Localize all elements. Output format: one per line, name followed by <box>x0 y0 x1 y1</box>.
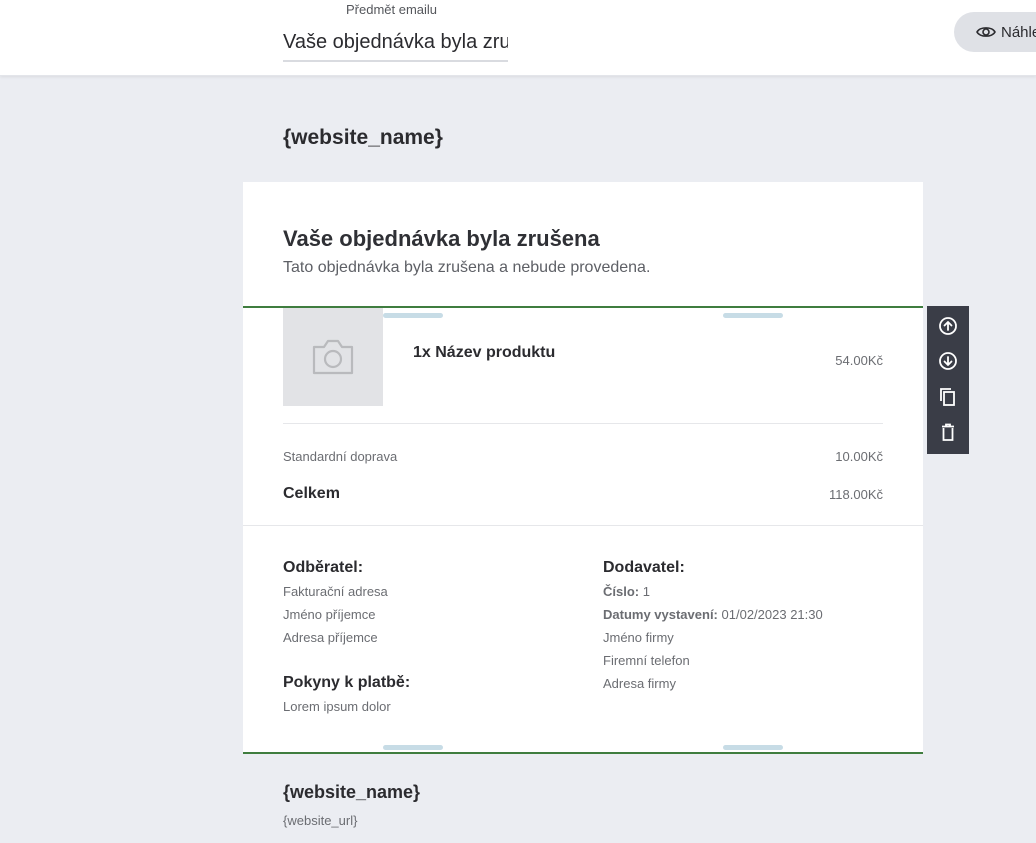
supplier-heading: Dodavatel: <box>603 559 685 576</box>
customer-heading: Odběratel: <box>283 559 364 576</box>
move-up-icon <box>939 317 957 336</box>
eye-icon <box>976 27 996 37</box>
product-image-placeholder <box>283 308 383 406</box>
footer-site-name: {website_name} <box>283 782 421 802</box>
block-tools-panel <box>927 306 969 454</box>
preview-button[interactable]: Náhled <box>954 12 1036 52</box>
product-name: 1x Název produktu <box>413 344 556 361</box>
total-price: 118.00Kč <box>829 487 883 502</box>
divider <box>243 525 923 526</box>
supplier-number: Číslo: 1 <box>603 584 650 599</box>
order-summary-block[interactable]: 1x Název produktu 54.00Kč Standardní dop… <box>243 306 923 754</box>
resize-handle[interactable] <box>383 745 443 750</box>
shipping-label: Standardní doprava <box>283 449 398 464</box>
move-up-button[interactable] <box>934 313 962 339</box>
shipping-price: 10.00Kč <box>835 449 883 464</box>
payment-heading: Pokyny k platbě: <box>283 674 411 691</box>
footer-site-url: {website_url} <box>283 813 358 828</box>
payment-text: Lorem ipsum dolor <box>283 699 391 714</box>
total-label: Celkem <box>283 485 340 502</box>
supplier-issued-value: 01/02/2023 21:30 <box>721 607 823 622</box>
move-down-button[interactable] <box>934 348 962 374</box>
preview-label: Náhled <box>1001 23 1036 41</box>
product-price: 54.00Kč <box>835 353 883 368</box>
duplicate-icon <box>940 387 955 406</box>
subject-label: Předmět emailu <box>346 2 438 17</box>
customer-recipient-address: Adresa příjemce <box>283 630 378 645</box>
email-header-site-name: {website_name} <box>283 126 443 149</box>
supplier-company-name: Jméno firmy <box>603 630 674 645</box>
camera-icon <box>312 339 354 375</box>
divider <box>283 423 883 424</box>
email-title: Vaše objednávka byla zrušena <box>283 226 600 251</box>
subject-input[interactable] <box>283 24 508 62</box>
email-title-block[interactable]: Vaše objednávka byla zrušena Tato objedn… <box>243 182 923 306</box>
supplier-issued-label: Datumy vystavení: <box>603 607 718 622</box>
delete-button[interactable] <box>934 419 962 445</box>
resize-handle[interactable] <box>383 313 443 318</box>
duplicate-button[interactable] <box>934 384 962 410</box>
editor-top-bar: Předmět emailu Náhled <box>0 0 1036 76</box>
email-subtitle: Tato objednávka byla zrušena a nebude pr… <box>283 259 651 276</box>
customer-recipient-name: Jméno příjemce <box>283 607 376 622</box>
resize-handle[interactable] <box>723 745 783 750</box>
supplier-issued-date: Datumy vystavení: 01/02/2023 21:30 <box>603 607 823 622</box>
resize-handle[interactable] <box>723 313 783 318</box>
supplier-company-phone: Firemní telefon <box>603 653 690 668</box>
move-down-icon <box>939 352 957 371</box>
customer-billing-address: Fakturační adresa <box>283 584 388 599</box>
supplier-number-label: Číslo: <box>603 584 640 599</box>
supplier-number-value: 1 <box>642 584 650 599</box>
supplier-company-address: Adresa firmy <box>603 676 676 691</box>
delete-icon <box>942 423 954 441</box>
